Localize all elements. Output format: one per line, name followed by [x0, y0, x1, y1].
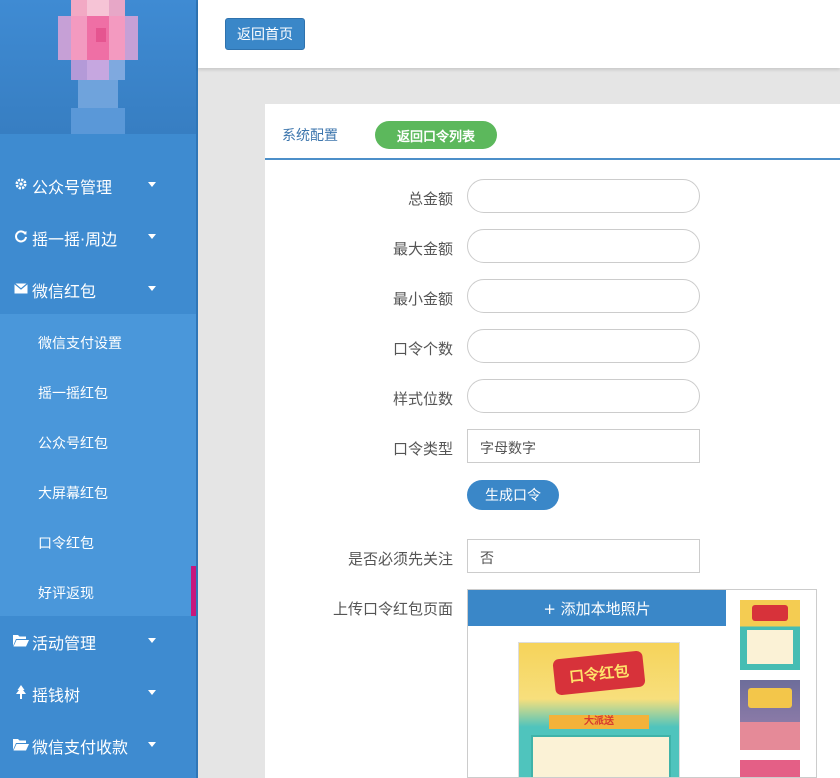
- submenu-item-label: 口令红包: [38, 536, 94, 552]
- submenu-item-shake-redpacket[interactable]: 摇一摇红包: [0, 366, 196, 416]
- back-to-code-list-button[interactable]: 返回口令列表: [375, 121, 497, 149]
- avatar-area: [0, 0, 196, 134]
- submenu-wechat-redpacket: 微信支付设置 摇一摇红包 公众号红包 大屏幕红包 口令红包 好评返现: [0, 314, 196, 616]
- style-digits-label: 样式位数: [392, 390, 453, 408]
- must-follow-label: 是否必须先关注: [347, 550, 453, 568]
- gear-icon: [12, 175, 30, 193]
- panel-header: 系统配置 返回口令列表: [265, 104, 840, 160]
- sidebar: 公众号管理 摇一摇·周边 微信红包 微信支付设置 摇一摇红包 公众号红包 大屏幕…: [0, 0, 196, 778]
- submenu-item-label: 公众号红包: [38, 436, 108, 452]
- submenu-item-pay-settings[interactable]: 微信支付设置: [0, 316, 196, 366]
- nav-item-label: 微信支付收款: [32, 738, 129, 757]
- code-type-select[interactable]: 字母数字: [467, 429, 700, 463]
- template-thumbnail[interactable]: [740, 600, 800, 670]
- avatar[interactable]: [58, 0, 138, 134]
- code-count-input[interactable]: [467, 329, 700, 363]
- folder-open-icon: [12, 735, 30, 753]
- submenu-item-bigscreen-redpacket[interactable]: 大屏幕红包: [0, 466, 196, 516]
- submenu-item-label: 好评返现: [38, 586, 94, 602]
- nav-item-label: 活动管理: [32, 634, 97, 653]
- max-amount-label: 最大金额: [392, 240, 453, 258]
- selected-page-preview: 口令红包 大派送: [518, 642, 680, 777]
- code-type-label: 口令类型: [392, 440, 453, 458]
- nav-item-shake-around[interactable]: 摇一摇·周边: [0, 212, 196, 262]
- preview-banner: 口令红包: [552, 650, 646, 696]
- preview-card: [531, 735, 671, 777]
- upload-page-label: 上传口令红包页面: [332, 600, 453, 618]
- caret-down-icon: [148, 182, 156, 187]
- template-thumbnail[interactable]: [740, 680, 800, 750]
- nav-item-money-tree[interactable]: 摇钱树: [0, 668, 196, 718]
- template-thumbnail[interactable]: [740, 760, 800, 777]
- add-local-photo-button[interactable]: + 添加本地照片: [468, 590, 726, 626]
- config-panel: 系统配置 返回口令列表 总金额 最大金额 最小金额 口令个数 样式位数 口令类型…: [265, 104, 840, 778]
- submenu-item-label: 大屏幕红包: [38, 486, 108, 502]
- panel-title: 系统配置: [282, 128, 338, 144]
- min-amount-input[interactable]: [467, 279, 700, 313]
- submenu-item-official-redpacket[interactable]: 公众号红包: [0, 416, 196, 466]
- upload-area: + 添加本地照片 口令红包 大派送: [467, 589, 817, 778]
- top-bar: 返回首页: [198, 0, 840, 68]
- sidebar-divider: [196, 0, 198, 778]
- min-amount-label: 最小金额: [392, 290, 453, 308]
- total-amount-label: 总金额: [407, 190, 453, 208]
- template-thumbnail-list: [726, 590, 816, 777]
- caret-down-icon: [148, 286, 156, 291]
- generate-code-button[interactable]: 生成口令: [467, 480, 559, 510]
- caret-down-icon: [148, 638, 156, 643]
- tree-icon: [12, 683, 30, 701]
- max-amount-input[interactable]: [467, 229, 700, 263]
- must-follow-select[interactable]: 否: [467, 539, 700, 573]
- submenu-item-code-redpacket[interactable]: 口令红包: [0, 516, 196, 566]
- submenu-item-review-cashback[interactable]: 好评返现: [0, 566, 196, 616]
- code-count-label: 口令个数: [392, 340, 453, 358]
- total-amount-input[interactable]: [467, 179, 700, 213]
- submenu-item-label: 微信支付设置: [38, 336, 122, 352]
- nav-item-label: 摇钱树: [32, 686, 81, 705]
- nav-item-label: 微信红包: [32, 282, 97, 301]
- nav-item-account-management[interactable]: 公众号管理: [0, 160, 196, 210]
- envelope-icon: [12, 279, 30, 297]
- folder-open-icon: [12, 631, 30, 649]
- nav-item-label: 摇一摇·周边: [32, 230, 118, 249]
- style-digits-input[interactable]: [467, 379, 700, 413]
- nav-item-label: 公众号管理: [32, 178, 113, 197]
- nav-item-wechat-redpacket[interactable]: 微信红包: [0, 264, 196, 314]
- caret-down-icon: [148, 742, 156, 747]
- caret-down-icon: [148, 234, 156, 239]
- preview-ribbon: 大派送: [549, 715, 649, 729]
- nav-item-wechat-pay-collection[interactable]: 微信支付收款: [0, 720, 196, 770]
- caret-down-icon: [148, 690, 156, 695]
- refresh-icon: [12, 227, 30, 245]
- nav-item-activity-management[interactable]: 活动管理: [0, 616, 196, 666]
- back-to-home-button[interactable]: 返回首页: [225, 18, 305, 50]
- submenu-item-label: 摇一摇红包: [38, 386, 108, 402]
